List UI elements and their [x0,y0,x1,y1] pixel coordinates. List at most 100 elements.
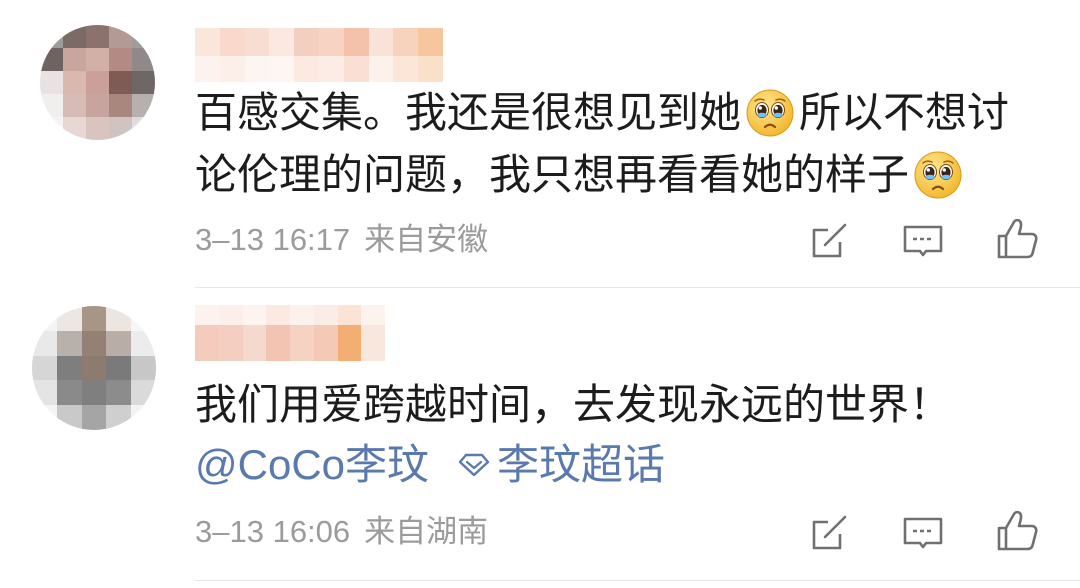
mosaic-tile [40,71,63,94]
mosaic-tile [318,28,344,56]
mosaic-tile [132,25,155,48]
mosaic-tile [195,28,220,56]
mosaic-tile [393,28,419,56]
mosaic-tile [131,380,156,406]
comment-item: 百感交集。我还是很想见到她 所以不想讨 论伦理的问题，我只想再看看她的样子 3–1… [0,0,1080,288]
mosaic-tile [63,94,86,117]
mosaic-tile [81,306,107,331]
mosaic-tile [106,380,132,406]
pencil-square-icon [812,223,847,258]
mosaic-tile [337,325,362,361]
mention-link[interactable]: @CoCo李玟 [195,441,429,488]
comment-meta: 3–13 16:06 来自湖南 [195,512,488,552]
mosaic-tile [109,48,132,71]
mosaic-tile [266,305,290,325]
mosaic-tile [81,405,107,430]
thumbs-up-icon [997,510,1038,551]
thumbs-up-icon [997,218,1038,259]
diamond-icon [457,452,491,478]
mosaic-tile [219,28,245,56]
comment-button[interactable] [900,218,946,264]
mosaic-tile [418,28,443,56]
mosaic-tile [56,355,82,381]
mosaic-tile [86,94,109,117]
comment-source: 来自湖南 [364,514,489,549]
mosaic-tile [32,380,57,406]
mosaic-tile [32,330,57,356]
comment-date: 3–13 16:17 [195,222,351,257]
mosaic-tile [219,56,245,82]
mosaic-tile [269,28,295,56]
mosaic-tile [81,380,107,406]
like-button[interactable] [994,216,1040,262]
mosaic-tile [86,71,109,94]
comment-text-line: 论伦理的问题，我只想再看看她的样子 [195,145,967,205]
mosaic-tile [266,325,290,361]
comment-links-line: @CoCo李玟 李玟超话 [195,435,665,495]
mosaic-tile [218,325,243,361]
mosaic-tile [109,25,132,48]
mosaic-tile [81,355,107,381]
mosaic-tile [106,330,132,356]
avatar[interactable] [32,306,156,430]
topic-link-label: 李玟超话 [497,441,666,488]
mosaic-tile [63,25,86,48]
mosaic-tile [81,330,107,356]
mosaic-tile [132,48,155,71]
comment-text-line: 百感交集。我还是很想见到她 所以不想讨 [195,83,1009,143]
speech-bubble-icon [903,517,943,549]
mosaic-tile [294,56,319,82]
mosaic-tile [32,355,57,381]
crying-face-icon [913,150,963,200]
speech-bubble-icon [903,225,943,257]
mosaic-tile [109,94,132,117]
mosaic-tile [56,306,82,331]
repost-button[interactable] [806,510,852,556]
mosaic-tile [290,305,314,325]
mosaic-tile [63,117,86,140]
mosaic-tile [32,405,57,430]
mosaic-tile [361,305,385,325]
like-button[interactable] [994,508,1040,554]
mosaic-tile [343,28,369,56]
topic-link[interactable]: 李玟超话 [457,441,665,488]
mosaic-tile [418,56,443,82]
mosaic-tile [131,306,156,331]
mosaic-tile [86,25,109,48]
mosaic-tile [40,117,63,140]
mosaic-tile [56,330,82,356]
comment-meta: 3–13 16:17 来自安徽 [195,220,488,260]
mosaic-tile [109,71,132,94]
comment-text-line: 我们用爱跨越时间，去发现永远的世界！ [195,375,951,435]
mosaic-tile [106,355,132,381]
mosaic-tile [318,56,344,82]
mosaic-tile [131,355,156,381]
comment-text: 论伦理的问题，我只想再看看她的样子 [195,151,910,198]
mosaic-tile [131,330,156,356]
mosaic-tile [393,56,419,82]
comment-item: 我们用爱跨越时间，去发现永远的世界！ @CoCo李玟 李玟超话 3–13 16:0… [0,288,1080,588]
username-redacted[interactable] [195,305,385,361]
comment-source: 来自安徽 [364,222,489,257]
mosaic-tile [63,71,86,94]
mosaic-tile [131,405,156,430]
mosaic-tile [269,56,295,82]
mosaic-tile [32,306,57,331]
mosaic-tile [40,94,63,117]
comment-button[interactable] [900,510,946,556]
mosaic-tile [86,48,109,71]
mosaic-tile [337,305,362,325]
avatar[interactable] [40,25,155,140]
mosaic-tile [343,56,369,82]
mosaic-tile [56,380,82,406]
mosaic-tile [106,405,132,430]
username-redacted[interactable] [195,28,443,82]
pencil-square-icon [812,515,847,550]
mosaic-tile [106,306,132,331]
repost-button[interactable] [806,218,852,264]
mosaic-tile [368,56,394,82]
mosaic-tile [109,117,132,140]
mosaic-tile [63,48,86,71]
comment-date: 3–13 16:06 [195,514,351,549]
mosaic-tile [195,325,219,361]
